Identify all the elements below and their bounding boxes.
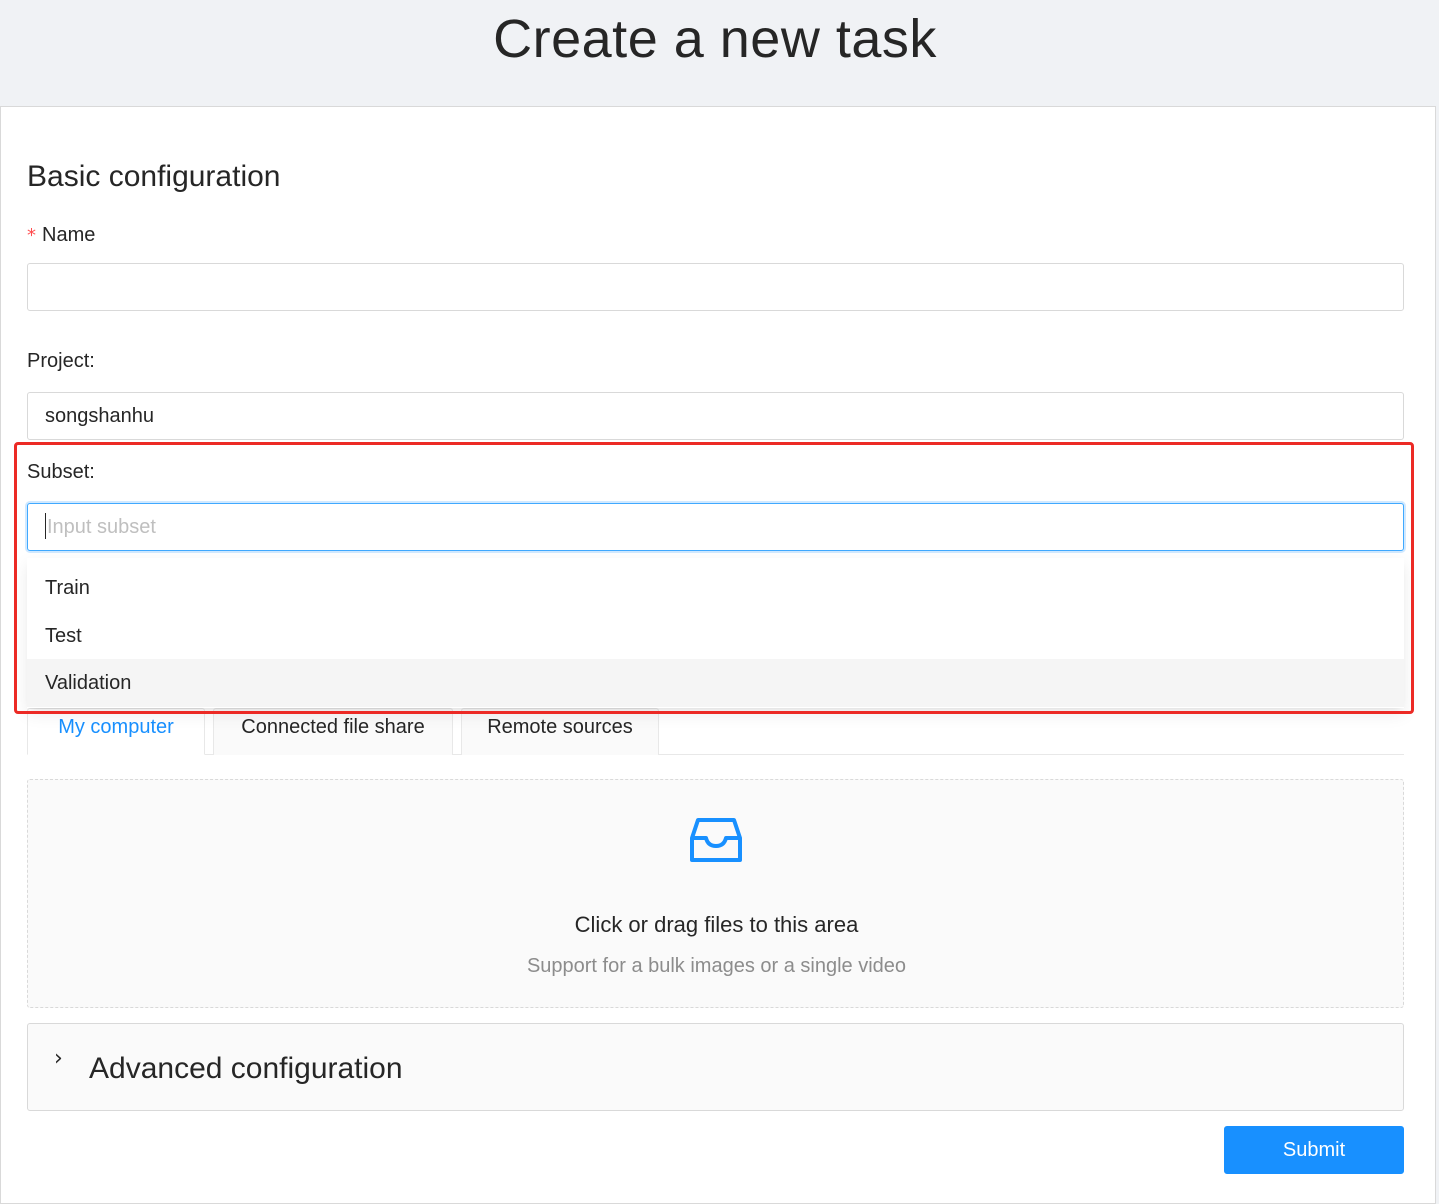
submit-button[interactable]: Submit (1224, 1126, 1404, 1174)
advanced-configuration-title: Advanced configuration (89, 1052, 403, 1085)
subset-dropdown: Train Test Validation (27, 558, 1404, 708)
source-tabs: My computer Connected file share Remote … (27, 708, 1404, 755)
subset-label: Subset: (27, 461, 95, 483)
tab-connected-file-share[interactable]: Connected file share (213, 708, 453, 755)
tab-remote-sources[interactable]: Remote sources (461, 708, 659, 755)
upload-dropzone[interactable]: Click or drag files to this area Support… (27, 779, 1404, 1008)
name-input[interactable] (27, 263, 1404, 311)
advanced-configuration-panel[interactable]: › Advanced configuration (27, 1023, 1404, 1111)
project-value: songshanhu (45, 405, 154, 427)
tab-my-computer[interactable]: My computer (27, 708, 205, 755)
page-header: Create a new task (0, 0, 1439, 106)
project-input[interactable]: songshanhu (27, 392, 1404, 440)
subset-input[interactable]: Input subset (27, 503, 1404, 551)
subset-option-test[interactable]: Test (27, 612, 1404, 660)
text-caret (45, 512, 46, 539)
subset-option-validation[interactable]: Validation (27, 659, 1404, 707)
required-mark: * (27, 225, 36, 246)
subset-placeholder: Input subset (47, 516, 156, 538)
upload-hint: Support for a bulk images or a single vi… (526, 955, 907, 977)
basic-configuration-title: Basic configuration (27, 160, 281, 193)
name-label: * Name (27, 224, 95, 247)
subset-option-train[interactable]: Train (27, 564, 1404, 612)
inbox-icon (690, 818, 742, 862)
upload-text: Click or drag files to this area (574, 912, 859, 937)
project-label: Project: (27, 350, 95, 372)
page-title: Create a new task (493, 9, 937, 69)
name-label-text: Name (42, 224, 96, 246)
chevron-right-icon: › (54, 1046, 63, 1071)
